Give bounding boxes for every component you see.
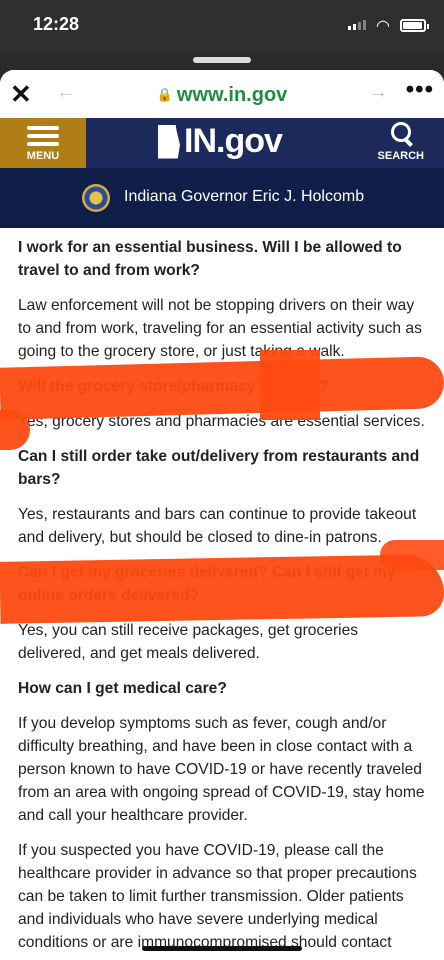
faq-answer: If you suspected you have COVID-19, plea… xyxy=(18,842,417,951)
search-label: SEARCH xyxy=(377,150,424,162)
search-button[interactable]: SEARCH xyxy=(378,120,424,162)
cell-signal-icon xyxy=(348,20,366,30)
sheet-grabber[interactable] xyxy=(193,57,251,63)
home-indicator[interactable] xyxy=(142,946,302,951)
wifi-icon: ◠ xyxy=(376,18,390,35)
logo-text: IN.gov xyxy=(184,122,283,160)
hamburger-icon xyxy=(27,126,59,146)
faq-answer: Yes, restaurants and bars can continue t… xyxy=(18,506,417,546)
faq-question: Can I get my groceries delivered? Can I … xyxy=(18,564,396,604)
site-header: MENU IN.gov SEARCH xyxy=(0,118,444,168)
faq-answer: Yes, you can still receive packages, get… xyxy=(18,622,359,662)
forward-arrow-icon[interactable]: → xyxy=(368,81,388,104)
browser-toolbar: ✕ ← 🔒 www.in.gov → ••• xyxy=(0,70,444,118)
faq-question: Can I still order take out/delivery from… xyxy=(18,448,420,488)
battery-icon xyxy=(400,19,429,32)
status-time: 12:28 xyxy=(33,14,80,34)
faq-content: I work for an essential business. Will I… xyxy=(0,228,444,954)
ingov-logo[interactable]: IN.gov xyxy=(158,122,283,161)
menu-button[interactable]: MENU xyxy=(0,118,86,168)
agency-title: Indiana Governor Eric J. Holcomb xyxy=(124,188,365,205)
status-bar: 12:28 ◠ xyxy=(0,0,444,52)
url-text: www.in.gov xyxy=(176,84,288,106)
faq-question: I work for an essential business. Will I… xyxy=(18,239,402,279)
faq-answer: Law enforcement will not be stopping dri… xyxy=(18,297,422,360)
faq-question: Will the grocery store/pharmacy be open? xyxy=(18,378,329,395)
lock-icon: 🔒 xyxy=(156,87,173,102)
browser-sheet: ✕ ← 🔒 www.in.gov → ••• MENU IN.gov SEARCH… xyxy=(0,70,444,960)
faq-answer: If you develop symptoms such as fever, c… xyxy=(18,715,425,824)
indiana-state-icon xyxy=(158,124,180,159)
agency-bar[interactable]: Indiana Governor Eric J. Holcomb xyxy=(0,168,444,228)
menu-label: MENU xyxy=(26,150,60,162)
faq-answer: Yes, grocery stores and pharmacies are e… xyxy=(18,413,425,430)
search-icon xyxy=(387,120,415,150)
more-options-icon[interactable]: ••• xyxy=(406,76,434,104)
faq-question: How can I get medical care? xyxy=(18,680,227,697)
state-seal-icon xyxy=(82,184,110,212)
